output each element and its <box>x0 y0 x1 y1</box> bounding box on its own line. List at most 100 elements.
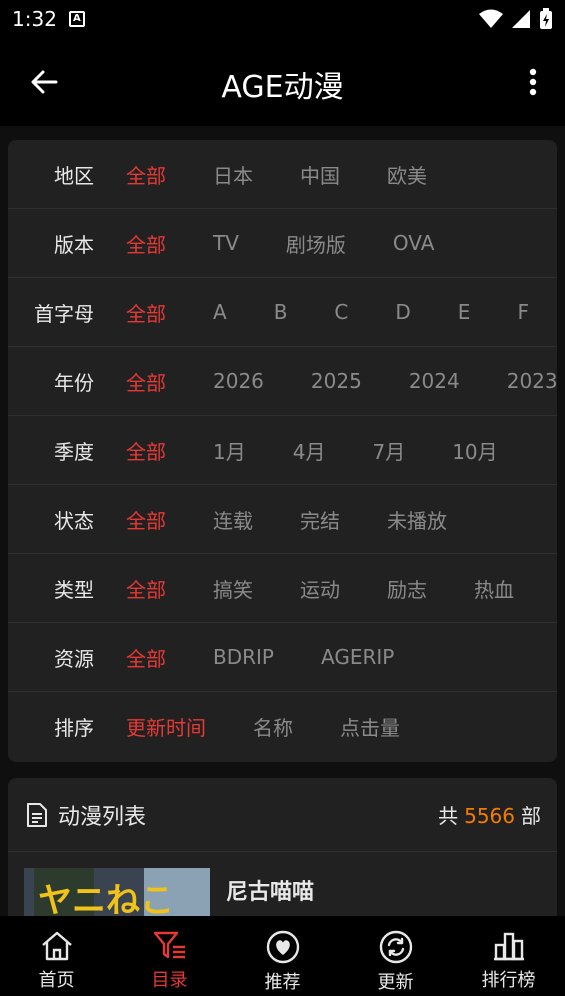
filter-option[interactable]: 全部 <box>126 436 166 465</box>
filter-panel: 地区 全部 日本 中国 欧美 版本 全部 TV 剧场版 OVA 首字母 全部 A B C D E F 年份 全部 202… <box>8 140 557 762</box>
nav-item-updates[interactable]: 更新 <box>339 916 452 996</box>
filter-option[interactable]: 4月 <box>293 436 326 465</box>
filter-option[interactable]: 2026 <box>213 369 264 393</box>
filter-option[interactable]: D <box>395 300 410 324</box>
document-icon <box>27 802 47 827</box>
filter-option[interactable]: 全部 <box>126 160 166 189</box>
list-count: 共 5566 部 <box>438 800 541 829</box>
filter-label: 资源 <box>54 646 94 671</box>
filter-option[interactable]: 全部 <box>126 229 166 258</box>
filter-option[interactable]: 中国 <box>300 160 340 189</box>
filter-row: 首字母 全部 A B C D E F <box>8 278 557 347</box>
filter-option[interactable]: B <box>274 300 288 324</box>
filter-option[interactable]: 剧场版 <box>286 229 346 258</box>
nav-item-home[interactable]: 首页 <box>0 916 113 996</box>
heart-icon <box>266 930 299 964</box>
filter-row: 年份 全部 2026 2025 2024 2023 <box>8 347 557 416</box>
count-number: 5566 <box>464 804 515 828</box>
filter-option[interactable]: OVA <box>393 231 434 255</box>
more-options-button[interactable] <box>515 60 551 104</box>
filter-option[interactable]: 全部 <box>126 643 166 672</box>
status-time: 1:32 <box>12 7 57 31</box>
filter-options: 全部 搞笑 运动 励志 热血 <box>126 574 557 603</box>
cover-title-text: ヤニねこ <box>38 881 174 921</box>
filter-option[interactable]: 搞笑 <box>213 574 253 603</box>
filter-row: 资源 全部 BDRIP AGERIP <box>8 623 557 692</box>
signal-icon <box>512 10 530 28</box>
page-title: AGE动漫 <box>221 70 344 105</box>
filter-option[interactable]: F <box>517 300 529 324</box>
filter-option[interactable]: 名称 <box>253 712 293 741</box>
filter-label: 地区 <box>54 163 94 188</box>
filter-option[interactable]: 2025 <box>311 369 362 393</box>
filter-options: 全部 A B C D E F <box>126 298 557 327</box>
nav-label-recommend: 推荐 <box>264 972 301 993</box>
status-icons <box>479 8 553 30</box>
filter-option[interactable]: 连载 <box>213 505 253 534</box>
filter-option[interactable]: 全部 <box>126 367 166 396</box>
filter-option[interactable]: 2024 <box>409 369 460 393</box>
filter-option[interactable]: 1月 <box>213 436 246 465</box>
nav-label-catalog: 目录 <box>151 970 188 991</box>
nav-item-ranking[interactable]: 排行榜 <box>452 916 565 996</box>
filter-option[interactable]: A <box>213 300 227 324</box>
filter-row: 状态 全部 连载 完结 未播放 <box>8 485 557 554</box>
filter-option[interactable]: 2023 <box>507 369 557 393</box>
filter-option[interactable]: 更新时间 <box>126 712 206 741</box>
refresh-icon <box>379 930 412 964</box>
filter-options: 全部 1月 4月 7月 10月 <box>126 436 545 465</box>
filter-row: 排序 更新时间 名称 点击量 <box>8 692 557 761</box>
nav-label-updates: 更新 <box>377 972 414 993</box>
count-suffix: 部 <box>521 804 541 828</box>
filter-option[interactable]: 欧美 <box>387 160 427 189</box>
nav-item-catalog[interactable]: 目录 <box>113 916 226 996</box>
filter-label: 年份 <box>54 370 94 395</box>
filter-label: 状态 <box>54 508 94 533</box>
filter-option[interactable]: 未播放 <box>387 505 447 534</box>
filter-option[interactable]: 励志 <box>387 574 427 603</box>
filter-options: 全部 BDRIP AGERIP <box>126 643 441 672</box>
anime-title: 尼古喵喵 <box>226 880 315 905</box>
filter-label: 季度 <box>54 439 94 464</box>
filter-options: 全部 日本 中国 欧美 <box>126 160 474 189</box>
filter-options: 全部 连载 完结 未播放 <box>126 505 494 534</box>
filter-option[interactable]: BDRIP <box>213 645 274 669</box>
list-title: 动漫列表 <box>58 804 147 830</box>
app-bar: AGE动漫 <box>0 38 565 126</box>
wifi-icon <box>479 9 503 28</box>
battery-icon <box>540 8 552 29</box>
filter-option[interactable]: 全部 <box>126 298 166 327</box>
filter-label: 首字母 <box>34 301 94 326</box>
nav-item-recommend[interactable]: 推荐 <box>226 916 339 996</box>
filter-option[interactable]: 7月 <box>372 436 405 465</box>
filter-option[interactable]: 10月 <box>452 436 497 465</box>
filter-icon <box>153 931 185 959</box>
filter-option[interactable]: C <box>334 300 348 324</box>
count-prefix: 共 <box>438 804 459 828</box>
filter-row: 类型 全部 搞笑 运动 励志 热血 <box>8 554 557 623</box>
filter-option[interactable]: 热血 <box>474 574 514 603</box>
status-bar: 1:32 A <box>0 0 565 38</box>
ranking-icon <box>493 932 524 961</box>
filter-option[interactable]: E <box>458 300 471 324</box>
notification-icon: A <box>68 11 85 27</box>
filter-label: 类型 <box>54 577 94 602</box>
filter-row: 季度 全部 1月 4月 7月 10月 <box>8 416 557 485</box>
filter-options: 更新时间 名称 点击量 <box>126 712 447 741</box>
filter-option[interactable]: 点击量 <box>340 712 400 741</box>
filter-options: 全部 TV 剧场版 OVA <box>126 229 481 258</box>
more-vertical-icon <box>529 68 537 96</box>
filter-option[interactable]: 运动 <box>300 574 340 603</box>
filter-option[interactable]: 全部 <box>126 505 166 534</box>
nav-label-ranking: 排行榜 <box>481 970 536 991</box>
home-icon <box>41 931 72 961</box>
filter-option[interactable]: 全部 <box>126 574 166 603</box>
filter-option[interactable]: TV <box>213 231 239 255</box>
filter-option[interactable]: AGERIP <box>321 645 394 669</box>
filter-option[interactable]: 完结 <box>300 505 340 534</box>
filter-option[interactable]: 日本 <box>213 160 253 189</box>
filter-row: 地区 全部 日本 中国 欧美 <box>8 140 557 209</box>
filter-row: 版本 全部 TV 剧场版 OVA <box>8 209 557 278</box>
nav-label-home: 首页 <box>38 970 75 991</box>
filter-label: 版本 <box>54 232 94 257</box>
